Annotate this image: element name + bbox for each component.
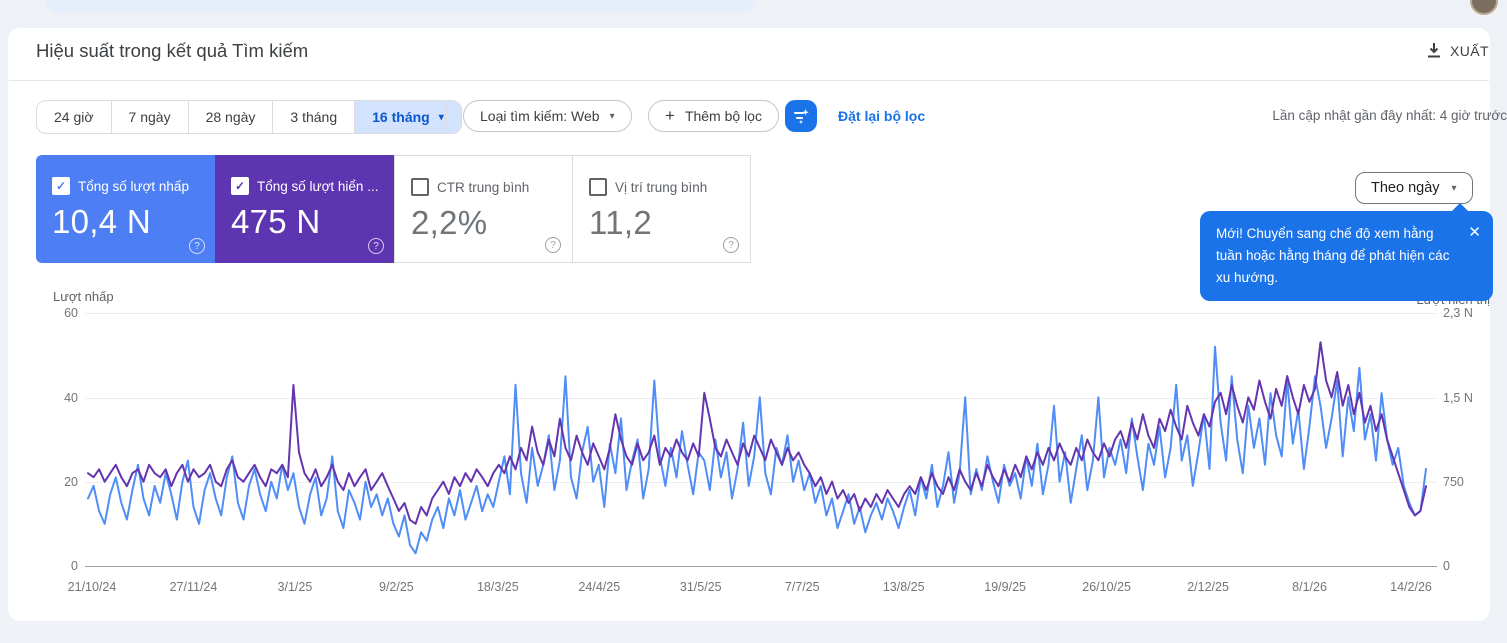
tab-24h[interactable]: 24 giờ [37, 101, 112, 133]
granularity-dropdown[interactable]: Theo ngày ▾ [1355, 172, 1473, 204]
left-tick: 60 [30, 305, 78, 321]
checkbox-unchecked-icon[interactable] [589, 178, 607, 196]
performance-chart[interactable] [85, 313, 1437, 566]
tab-28d[interactable]: 28 ngày [189, 101, 274, 133]
metric-card-impressions[interactable]: ✓ Tổng số lượt hiển ... 475 N ? [215, 155, 395, 263]
left-tick: 40 [30, 390, 78, 406]
help-icon[interactable]: ? [189, 238, 205, 254]
checkbox-checked-icon[interactable]: ✓ [52, 177, 70, 195]
date-range-tabs: 24 giờ 7 ngày 28 ngày 3 tháng 16 tháng ▾ [36, 100, 462, 134]
reset-filters-link[interactable]: Đặt lại bộ lọc [838, 108, 925, 124]
x-axis-line [85, 566, 1437, 567]
help-icon[interactable]: ? [368, 238, 384, 254]
left-axis-title: Lượt nhấp [53, 289, 114, 304]
top-search-bar[interactable] [45, 0, 757, 13]
chevron-down-icon: ▾ [610, 111, 615, 122]
metric-card-position[interactable]: Vị trí trung bình 11,2 ? [572, 155, 751, 263]
metric-value: 475 N [231, 203, 395, 241]
close-icon[interactable]: ✕ [1468, 221, 1481, 245]
help-icon[interactable]: ? [723, 237, 739, 253]
metric-value: 11,2 [589, 204, 750, 242]
right-tick: 750 [1443, 474, 1464, 490]
last-updated-text: Lần cập nhật gần đây nhất: 4 giờ trước [1272, 108, 1507, 123]
add-filter-button[interactable]: + Thêm bộ lọc [648, 100, 779, 132]
checkbox-checked-icon[interactable]: ✓ [231, 177, 249, 195]
tab-3m[interactable]: 3 tháng [273, 101, 355, 133]
right-tick: 2,3 N [1443, 305, 1473, 321]
metric-value: 10,4 N [52, 203, 216, 241]
right-tick: 1,5 N [1443, 390, 1473, 406]
metric-card-clicks[interactable]: ✓ Tổng số lượt nhấp 10,4 N ? [36, 155, 216, 263]
left-tick: 20 [30, 474, 78, 490]
smart-filter-button[interactable] [785, 100, 817, 132]
plus-icon: + [665, 106, 675, 126]
filter-sparkle-icon [792, 107, 810, 125]
right-tick: 0 [1443, 558, 1450, 574]
avatar[interactable] [1470, 0, 1498, 15]
checkbox-unchecked-icon[interactable] [411, 178, 429, 196]
chevron-down-icon: ▾ [439, 112, 444, 123]
tab-16m-selected[interactable]: 16 tháng ▾ [355, 101, 461, 133]
tab-7d[interactable]: 7 ngày [112, 101, 189, 133]
search-type-dropdown[interactable]: Loại tìm kiếm: Web ▾ [463, 100, 632, 132]
help-icon[interactable]: ? [545, 237, 561, 253]
page-title: Hiệu suất trong kết quả Tìm kiếm [36, 40, 308, 62]
metric-card-ctr[interactable]: CTR trung bình 2,2% ? [394, 155, 573, 263]
divider [9, 80, 1489, 81]
promo-tooltip-text: Mới! Chuyển sang chế độ xem hằng tuần ho… [1216, 226, 1449, 285]
download-icon [1426, 42, 1442, 59]
metric-cards: ✓ Tổng số lượt nhấp 10,4 N ? ✓ Tổng số l… [36, 155, 751, 263]
divider [446, 102, 447, 130]
promo-tooltip: Mới! Chuyển sang chế độ xem hằng tuần ho… [1200, 211, 1493, 301]
chevron-down-icon: ▾ [1452, 183, 1457, 194]
x-axis-labels: 21/10/24 27/11/24 3/1/25 9/2/25 18/3/25 … [85, 580, 1437, 598]
export-button[interactable]: XUẤT [1426, 42, 1489, 59]
left-tick: 0 [30, 558, 78, 574]
metric-value: 2,2% [411, 204, 572, 242]
export-label: XUẤT [1450, 43, 1489, 59]
